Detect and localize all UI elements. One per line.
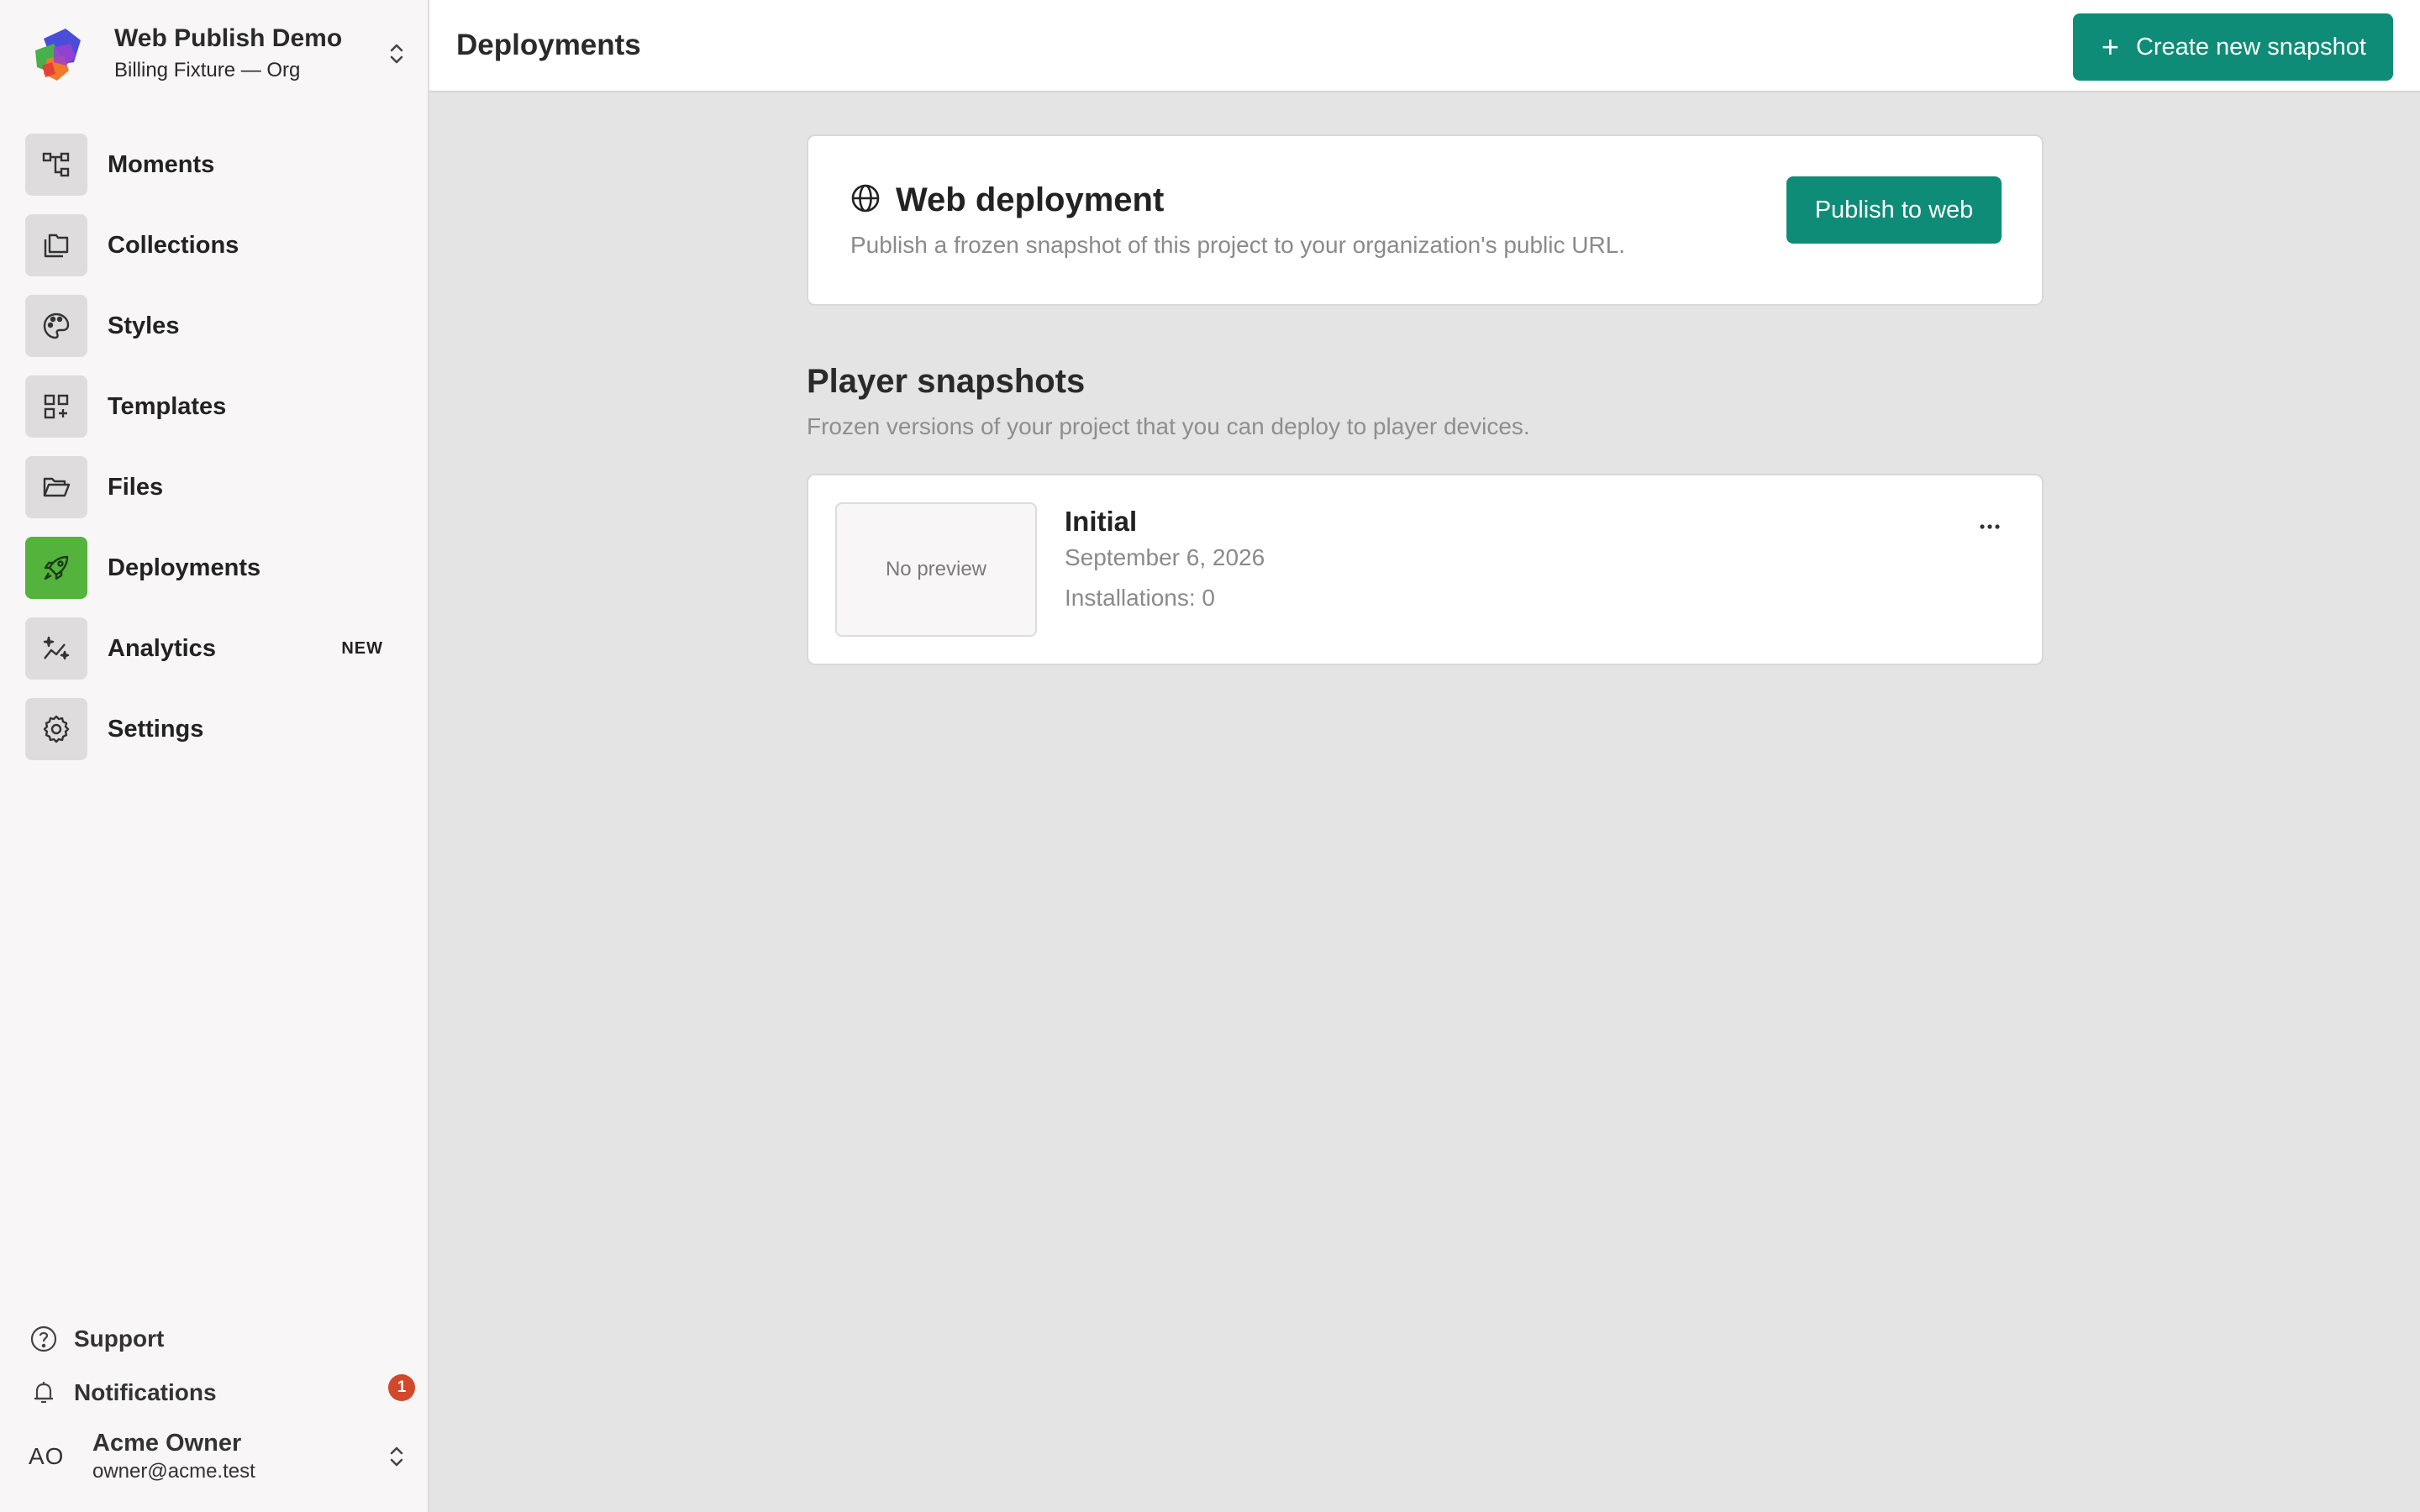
sidebar-item-analytics[interactable]: Analytics NEW <box>25 608 403 689</box>
globe-icon <box>850 183 881 218</box>
snapshots-subheading: Frozen versions of your project that you… <box>807 413 1530 439</box>
snapshot-date: September 6, 2026 <box>1065 544 1265 570</box>
main-content: Deployments + Create new snapshot Web de… <box>429 0 2420 1512</box>
sidebar-item-label: Settings <box>108 715 204 743</box>
notifications-link[interactable]: Notifications 1 <box>29 1366 415 1420</box>
tree-structure-icon <box>25 134 87 196</box>
user-menu[interactable]: AO Acme Owner owner@acme.test <box>29 1423 408 1490</box>
top-bar: Deployments + Create new snapshot <box>429 0 2420 92</box>
palette-icon <box>25 295 87 357</box>
sidebar: Web Publish Demo Billing Fixture — Org M… <box>0 0 429 1512</box>
chevron-updown-icon <box>385 1440 408 1473</box>
create-snapshot-button[interactable]: + Create new snapshot <box>2072 13 2393 81</box>
sidebar-item-label: Moments <box>108 150 215 178</box>
sidebar-item-collections[interactable]: Collections <box>25 205 403 286</box>
workspace-switcher[interactable]: Web Publish Demo Billing Fixture — Org <box>25 18 408 89</box>
notifications-label: Notifications <box>74 1379 217 1405</box>
sidebar-footer-links: Support Notifications 1 <box>29 1312 415 1420</box>
sparkle-chart-icon <box>25 617 87 680</box>
more-options-icon[interactable] <box>1971 514 2008 539</box>
snapshot-name: Initial <box>1065 506 1138 537</box>
sidebar-item-templates[interactable]: Templates <box>25 366 403 447</box>
snapshot-preview: No preview <box>835 502 1037 637</box>
snapshot-card[interactable]: No preview Initial September 6, 2026 Ins… <box>807 474 2044 665</box>
gear-icon <box>25 698 87 760</box>
sidebar-item-styles[interactable]: Styles <box>25 286 403 366</box>
app-logo-icon <box>35 29 81 81</box>
new-badge: NEW <box>341 638 383 658</box>
user-email: owner@acme.test <box>92 1460 255 1483</box>
publish-to-web-button[interactable]: Publish to web <box>1786 176 2002 244</box>
sidebar-item-label: Analytics <box>108 634 216 662</box>
plus-icon: + <box>2101 29 2119 64</box>
avatar: AO <box>29 1443 65 1469</box>
snapshot-installations: Installations: 0 <box>1065 585 1215 611</box>
notification-count-badge: 1 <box>388 1374 415 1401</box>
sidebar-nav: Moments Collections Styles Templates Fil… <box>25 124 403 769</box>
sidebar-item-files[interactable]: Files <box>25 447 403 528</box>
sidebar-item-label: Deployments <box>108 554 261 581</box>
web-deployment-card: Web deployment Publish a frozen snapshot… <box>807 134 2044 306</box>
web-deployment-description: Publish a frozen snapshot of this projec… <box>850 232 1626 258</box>
sidebar-item-label: Templates <box>108 392 227 420</box>
rocket-icon <box>25 537 87 599</box>
bell-icon <box>29 1378 59 1408</box>
sidebar-item-label: Collections <box>108 231 239 259</box>
sidebar-item-deployments[interactable]: Deployments <box>25 528 403 608</box>
help-circle-icon <box>29 1324 59 1354</box>
user-name: Acme Owner <box>92 1430 242 1457</box>
workspace-org: Billing Fixture — Org <box>114 59 301 81</box>
support-link[interactable]: Support <box>29 1312 415 1366</box>
page-title: Deployments <box>456 29 641 61</box>
chevron-updown-icon <box>385 37 408 71</box>
support-label: Support <box>74 1326 165 1352</box>
web-deployment-title: Web deployment <box>896 181 1165 218</box>
create-snapshot-label: Create new snapshot <box>2135 33 2366 60</box>
sidebar-item-moments[interactable]: Moments <box>25 124 403 205</box>
sidebar-item-label: Files <box>108 473 164 501</box>
folder-open-icon <box>25 456 87 518</box>
sidebar-item-settings[interactable]: Settings <box>25 689 403 769</box>
templates-grid-icon <box>25 375 87 438</box>
snapshots-heading: Player snapshots <box>807 363 1086 400</box>
app-root: Web Publish Demo Billing Fixture — Org M… <box>0 0 2420 1512</box>
sidebar-item-label: Styles <box>108 312 180 339</box>
workspace-name: Web Publish Demo <box>114 24 343 52</box>
collections-icon <box>25 214 87 276</box>
